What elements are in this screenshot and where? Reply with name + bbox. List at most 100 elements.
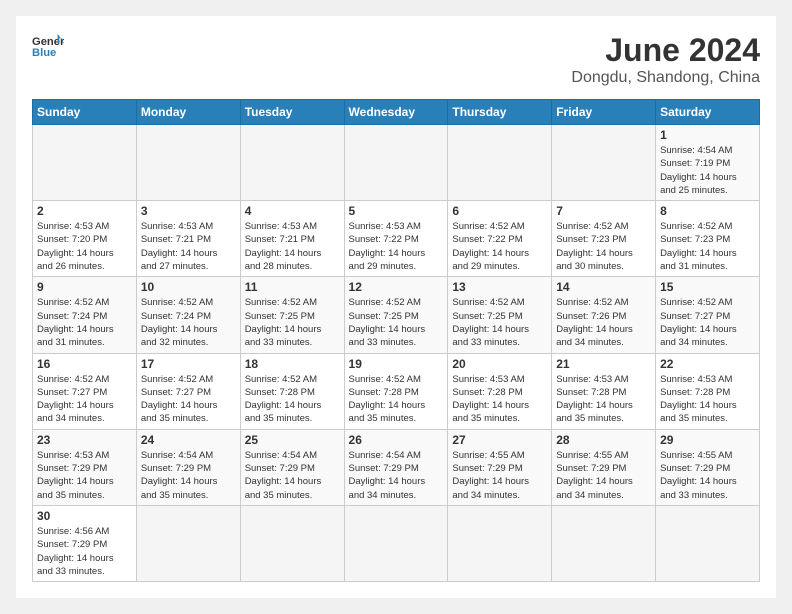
day-number: 4	[245, 204, 340, 218]
day-info: Sunrise: 4:53 AM Sunset: 7:28 PM Dayligh…	[556, 373, 651, 426]
table-row: 24 Sunrise: 4:54 AM Sunset: 7:29 PM Dayli…	[136, 429, 240, 505]
day-info: Sunrise: 4:52 AM Sunset: 7:24 PM Dayligh…	[141, 296, 236, 349]
table-row: 21 Sunrise: 4:53 AM Sunset: 7:28 PM Dayli…	[552, 353, 656, 429]
table-row: 11 Sunrise: 4:52 AM Sunset: 7:25 PM Dayli…	[240, 277, 344, 353]
day-number: 15	[660, 280, 755, 294]
day-number: 9	[37, 280, 132, 294]
day-info: Sunrise: 4:53 AM Sunset: 7:20 PM Dayligh…	[37, 220, 132, 273]
day-number: 24	[141, 433, 236, 447]
table-row	[656, 505, 760, 581]
table-row: 17 Sunrise: 4:52 AM Sunset: 7:27 PM Dayli…	[136, 353, 240, 429]
day-number: 2	[37, 204, 132, 218]
day-info: Sunrise: 4:52 AM Sunset: 7:27 PM Dayligh…	[141, 373, 236, 426]
table-row: 19Sunrise: 4:52 AM Sunset: 7:28 PM Dayli…	[344, 353, 448, 429]
day-info: Sunrise: 4:52 AM Sunset: 7:28 PM Dayligh…	[245, 373, 340, 426]
table-row	[136, 125, 240, 201]
table-row: 28 Sunrise: 4:55 AM Sunset: 7:29 PM Dayli…	[552, 429, 656, 505]
logo: General Blue	[32, 32, 64, 60]
day-number: 10	[141, 280, 236, 294]
table-row: 10 Sunrise: 4:52 AM Sunset: 7:24 PM Dayli…	[136, 277, 240, 353]
table-row: 5 Sunrise: 4:53 AM Sunset: 7:22 PM Daylig…	[344, 201, 448, 277]
day-info: Sunrise: 4:52 AM Sunset: 7:25 PM Dayligh…	[245, 296, 340, 349]
day-number: 29	[660, 433, 755, 447]
header: General Blue June 2024 Dongdu, Shandong,…	[32, 32, 760, 87]
location: Dongdu, Shandong, China	[571, 69, 760, 87]
day-number: 23	[37, 433, 132, 447]
table-row: 3 Sunrise: 4:53 AM Sunset: 7:21 PM Daylig…	[136, 201, 240, 277]
table-row	[344, 505, 448, 581]
col-monday: Monday	[136, 100, 240, 125]
table-row: 9 Sunrise: 4:52 AM Sunset: 7:24 PM Daylig…	[33, 277, 137, 353]
day-info: Sunrise: 4:55 AM Sunset: 7:29 PM Dayligh…	[660, 449, 755, 502]
table-row: 23 Sunrise: 4:53 AM Sunset: 7:29 PM Dayli…	[33, 429, 137, 505]
day-info: Sunrise: 4:55 AM Sunset: 7:29 PM Dayligh…	[556, 449, 651, 502]
col-wednesday: Wednesday	[344, 100, 448, 125]
day-info: Sunrise: 4:53 AM Sunset: 7:22 PM Dayligh…	[349, 220, 444, 273]
day-number: 5	[349, 204, 444, 218]
table-row: 26 Sunrise: 4:54 AM Sunset: 7:29 PM Dayli…	[344, 429, 448, 505]
table-row: 4 Sunrise: 4:53 AM Sunset: 7:21 PM Daylig…	[240, 201, 344, 277]
day-info: Sunrise: 4:52 AM Sunset: 7:22 PM Dayligh…	[452, 220, 547, 273]
day-number: 3	[141, 204, 236, 218]
day-info: Sunrise: 4:54 AM Sunset: 7:29 PM Dayligh…	[141, 449, 236, 502]
header-row: Sunday Monday Tuesday Wednesday Thursday…	[33, 100, 760, 125]
day-number: 17	[141, 357, 236, 371]
day-info: Sunrise: 4:54 AM Sunset: 7:19 PM Dayligh…	[660, 144, 755, 197]
table-row: 30 Sunrise: 4:56 AM Sunset: 7:29 PM Dayli…	[33, 505, 137, 581]
day-number: 20	[452, 357, 547, 371]
table-row: 18 Sunrise: 4:52 AM Sunset: 7:28 PM Dayli…	[240, 353, 344, 429]
month-title: June 2024	[571, 32, 760, 69]
table-row	[33, 125, 137, 201]
day-number: 30	[37, 509, 132, 523]
day-info: Sunrise: 4:52 AM Sunset: 7:27 PM Dayligh…	[660, 296, 755, 349]
table-row: 29 Sunrise: 4:55 AM Sunset: 7:29 PM Dayli…	[656, 429, 760, 505]
day-info: Sunrise: 4:52 AM Sunset: 7:27 PM Dayligh…	[37, 373, 132, 426]
table-row: 12 Sunrise: 4:52 AM Sunset: 7:25 PM Dayli…	[344, 277, 448, 353]
day-info: Sunrise: 4:52 AM Sunset: 7:25 PM Dayligh…	[349, 296, 444, 349]
day-number: 21	[556, 357, 651, 371]
day-number: 26	[349, 433, 444, 447]
table-row: 15 Sunrise: 4:52 AM Sunset: 7:27 PM Dayli…	[656, 277, 760, 353]
day-number: 16	[37, 357, 132, 371]
day-info: Sunrise: 4:56 AM Sunset: 7:29 PM Dayligh…	[37, 525, 132, 578]
table-row	[240, 125, 344, 201]
day-number: 11	[245, 280, 340, 294]
table-row: 6 Sunrise: 4:52 AM Sunset: 7:22 PM Daylig…	[448, 201, 552, 277]
day-info: Sunrise: 4:52 AM Sunset: 7:25 PM Dayligh…	[452, 296, 547, 349]
day-number: 13	[452, 280, 547, 294]
calendar-page: General Blue June 2024 Dongdu, Shandong,…	[16, 16, 776, 598]
day-info: Sunrise: 4:52 AM Sunset: 7:26 PM Dayligh…	[556, 296, 651, 349]
table-row: 1Sunrise: 4:54 AM Sunset: 7:19 PM Daylig…	[656, 125, 760, 201]
day-info: Sunrise: 4:52 AM Sunset: 7:23 PM Dayligh…	[660, 220, 755, 273]
day-info: Sunrise: 4:54 AM Sunset: 7:29 PM Dayligh…	[349, 449, 444, 502]
col-sunday: Sunday	[33, 100, 137, 125]
day-info: Sunrise: 4:53 AM Sunset: 7:21 PM Dayligh…	[245, 220, 340, 273]
day-number: 12	[349, 280, 444, 294]
day-number: 6	[452, 204, 547, 218]
table-row	[344, 125, 448, 201]
day-number: 19	[349, 357, 444, 371]
day-info: Sunrise: 4:52 AM Sunset: 7:23 PM Dayligh…	[556, 220, 651, 273]
col-saturday: Saturday	[656, 100, 760, 125]
table-row	[240, 505, 344, 581]
table-row: 7Sunrise: 4:52 AM Sunset: 7:23 PM Daylig…	[552, 201, 656, 277]
col-friday: Friday	[552, 100, 656, 125]
table-row	[552, 505, 656, 581]
day-info: Sunrise: 4:53 AM Sunset: 7:28 PM Dayligh…	[452, 373, 547, 426]
day-number: 27	[452, 433, 547, 447]
table-row: 25Sunrise: 4:54 AM Sunset: 7:29 PM Dayli…	[240, 429, 344, 505]
table-row: 22Sunrise: 4:53 AM Sunset: 7:28 PM Dayli…	[656, 353, 760, 429]
day-number: 18	[245, 357, 340, 371]
day-number: 8	[660, 204, 755, 218]
day-info: Sunrise: 4:53 AM Sunset: 7:29 PM Dayligh…	[37, 449, 132, 502]
col-tuesday: Tuesday	[240, 100, 344, 125]
day-info: Sunrise: 4:52 AM Sunset: 7:24 PM Dayligh…	[37, 296, 132, 349]
day-info: Sunrise: 4:53 AM Sunset: 7:21 PM Dayligh…	[141, 220, 236, 273]
day-number: 28	[556, 433, 651, 447]
day-number: 14	[556, 280, 651, 294]
title-block: June 2024 Dongdu, Shandong, China	[571, 32, 760, 87]
svg-text:Blue: Blue	[32, 47, 56, 59]
table-row: 14 Sunrise: 4:52 AM Sunset: 7:26 PM Dayli…	[552, 277, 656, 353]
day-info: Sunrise: 4:55 AM Sunset: 7:29 PM Dayligh…	[452, 449, 547, 502]
table-row: 27 Sunrise: 4:55 AM Sunset: 7:29 PM Dayli…	[448, 429, 552, 505]
